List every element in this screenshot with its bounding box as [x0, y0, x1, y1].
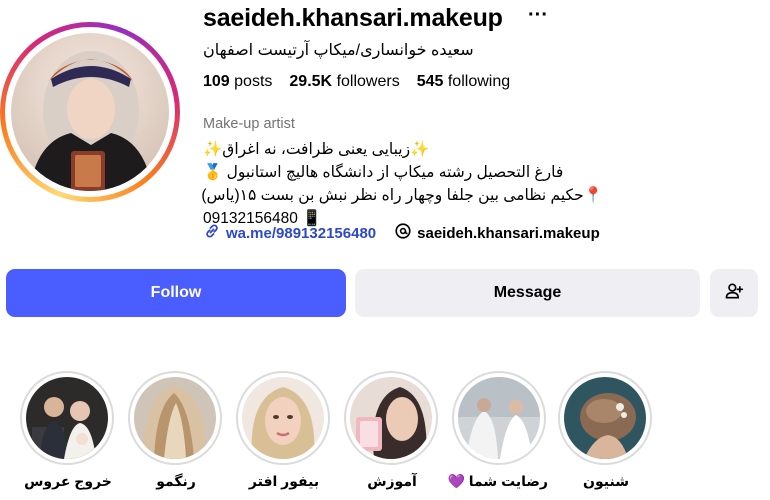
profile-avatar	[11, 33, 169, 191]
posts-label: posts	[234, 73, 273, 90]
highlight-ring	[236, 371, 330, 465]
highlight-cover	[458, 377, 540, 459]
follow-button[interactable]: Follow	[6, 269, 346, 317]
profile-category: Make-up artist	[203, 116, 295, 132]
highlight-ring	[344, 371, 438, 465]
suggested-accounts-button[interactable]	[710, 269, 758, 317]
following-count: 545	[416, 73, 444, 90]
highlight-cover	[350, 377, 432, 459]
add-person-icon	[724, 281, 744, 306]
highlight-ring	[20, 371, 114, 465]
profile-links: wa.me/989132156480 saeideh.khansari.make…	[203, 222, 600, 244]
following-label: following	[447, 73, 511, 90]
threads-link[interactable]: saeideh.khansari.makeup	[394, 222, 600, 244]
bio-line: فارغ التحصیل رشته میکاپ از دانشگاه هالیچ…	[203, 164, 564, 181]
highlight-label: رضایت شما 💜	[447, 473, 548, 489]
highlight-ring	[558, 371, 652, 465]
more-options-icon[interactable]: ···	[528, 4, 548, 27]
avatar-gap	[5, 27, 175, 197]
bio-line: 📍حکیم نظامی بین جلفا وچهار راه نظر نبش ب…	[201, 187, 603, 204]
profile-stats: 109 posts 29.5K followers 545 following	[203, 73, 510, 91]
highlight-item[interactable]: آموزش	[344, 371, 440, 490]
followers-count: 29.5K	[289, 73, 333, 90]
highlight-item[interactable]: خروج عروس	[20, 371, 116, 490]
threads-link-text: saeideh.khansari.makeup	[417, 224, 600, 242]
profile-username: saeideh.khansari.makeup	[203, 4, 503, 32]
highlight-label: شنیون	[583, 473, 629, 489]
followers-stat[interactable]: 29.5K followers	[289, 73, 399, 91]
highlight-label: رنگمو	[156, 473, 196, 489]
threads-icon	[394, 222, 412, 244]
highlight-cover	[564, 377, 646, 459]
highlight-cover	[26, 377, 108, 459]
posts-count: 109	[203, 73, 230, 90]
story-highlights: خروج عروس رنگمو بیفور افتر آموزش رضایت ش…	[0, 371, 770, 500]
profile-avatar-ring[interactable]	[0, 22, 180, 202]
highlight-label: بیفور افتر	[248, 473, 320, 489]
website-link-text: wa.me/989132156480	[226, 224, 377, 242]
highlight-label: آموزش	[367, 473, 417, 489]
highlight-ring	[128, 371, 222, 465]
message-button[interactable]: Message	[355, 269, 700, 317]
bio-line: ✨زیبایی یعنی ظرافت، نه اغراق✨	[203, 141, 430, 158]
highlight-item[interactable]: شنیون	[558, 371, 654, 490]
posts-stat: 109 posts	[203, 73, 272, 91]
avatar-portrait-graphic	[29, 51, 153, 191]
highlight-item[interactable]: رنگمو	[128, 371, 224, 490]
highlight-item[interactable]: رضایت شما 💜	[447, 371, 548, 490]
profile-bio: ✨زیبایی یعنی ظرافت، نه اغراق✨ فارغ التحص…	[201, 138, 603, 230]
website-link[interactable]: wa.me/989132156480	[203, 222, 376, 244]
highlight-label: خروج عروس	[24, 473, 112, 489]
link-icon	[203, 222, 221, 244]
highlight-ring	[452, 371, 546, 465]
highlight-cover	[134, 377, 216, 459]
highlight-item[interactable]: بیفور افتر	[236, 371, 332, 490]
highlight-cover	[242, 377, 324, 459]
followers-label: followers	[336, 73, 400, 90]
following-stat[interactable]: 545 following	[417, 73, 510, 91]
profile-full-name: سعیده خوانساری/میکاپ آرتیست اصفهان	[203, 42, 474, 59]
